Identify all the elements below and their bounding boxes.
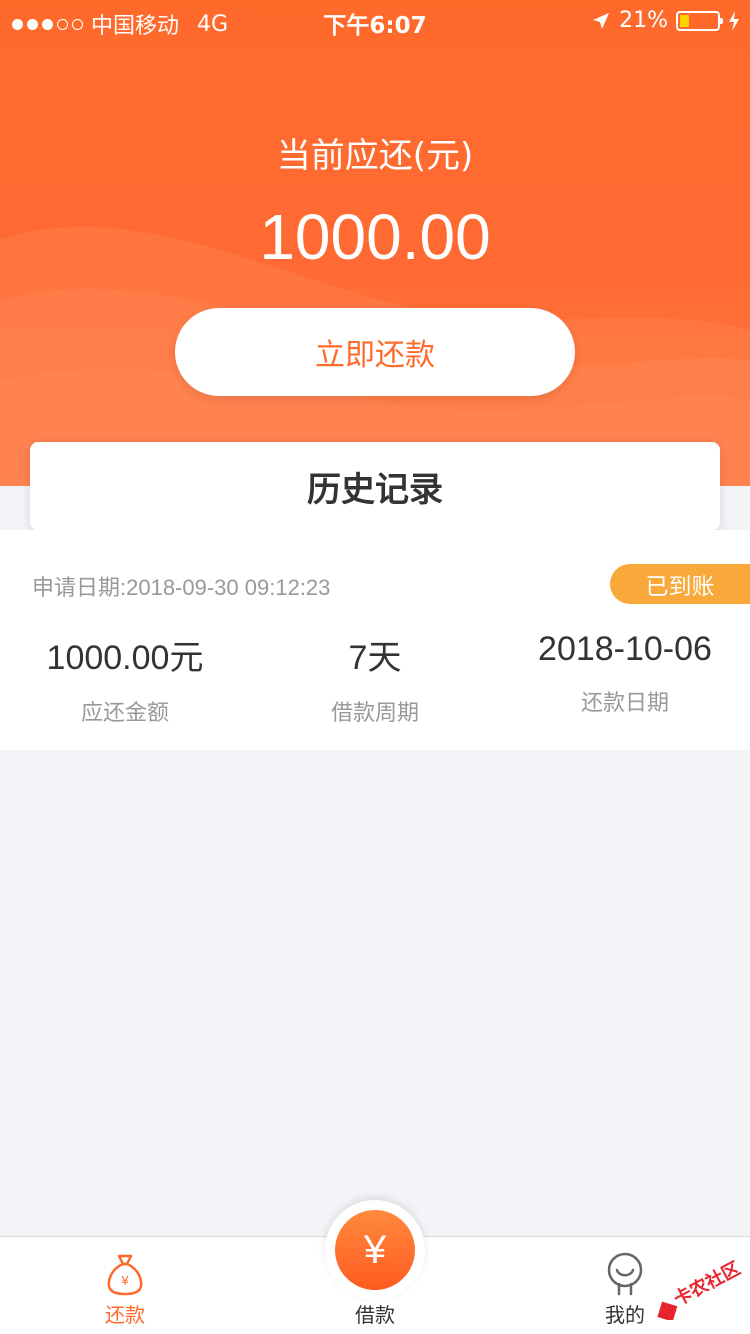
profile-icon [607, 1252, 643, 1296]
header-banner: 中国移动 4G 下午6:07 21% 当前应还(元) 1000.00 立即还款 [0, 0, 750, 486]
money-bag-icon: ¥ [107, 1254, 143, 1296]
status-badge: 已到账 [610, 564, 750, 604]
tab-mine-label: 我的 [605, 1303, 645, 1327]
watermark-text: 卡农社区 [670, 1257, 744, 1310]
due-amount: 1000.00 [259, 201, 491, 273]
tab-repay-label: 还款 [105, 1303, 145, 1327]
status-bar: 中国移动 4G 下午6:07 21% [0, 0, 750, 40]
due-label: 当前应还(元) [276, 136, 474, 176]
amount-column: 1000.00元 应还金额 [0, 630, 250, 727]
amount-label: 应还金额 [80, 701, 169, 726]
tab-repay[interactable]: ¥ 还款 [0, 1237, 250, 1334]
repay-date-value: 2018-10-06 [538, 630, 712, 668]
history-header: 历史记录 [30, 442, 720, 530]
svg-text:¥: ¥ [120, 1273, 129, 1288]
location-arrow-icon [593, 12, 610, 29]
period-column: 7天 借款周期 [250, 630, 500, 727]
yen-icon: ¥ [335, 1210, 415, 1290]
repay-date-column: 2018-10-06 还款日期 [500, 630, 750, 717]
apply-date: 申请日期:2018-09-30 09:12:23 [32, 575, 331, 600]
battery-icon [676, 10, 723, 31]
repay-date-label: 还款日期 [580, 691, 669, 716]
period-value: 7天 [348, 639, 402, 677]
loan-record[interactable]: 申请日期:2018-09-30 09:12:23 已到账 1000.00元 应还… [0, 530, 750, 750]
battery-percent: 21% [619, 8, 668, 33]
charging-icon [729, 10, 739, 31]
watermark-logo: 卡农社区 [657, 1257, 744, 1320]
repay-now-button[interactable]: 立即还款 [175, 308, 575, 396]
borrow-center-button[interactable]: ¥ [325, 1200, 425, 1300]
amount-value: 1000.00元 [46, 639, 204, 677]
period-label: 借款周期 [330, 701, 419, 726]
tab-borrow-label: 借款 [355, 1303, 395, 1327]
